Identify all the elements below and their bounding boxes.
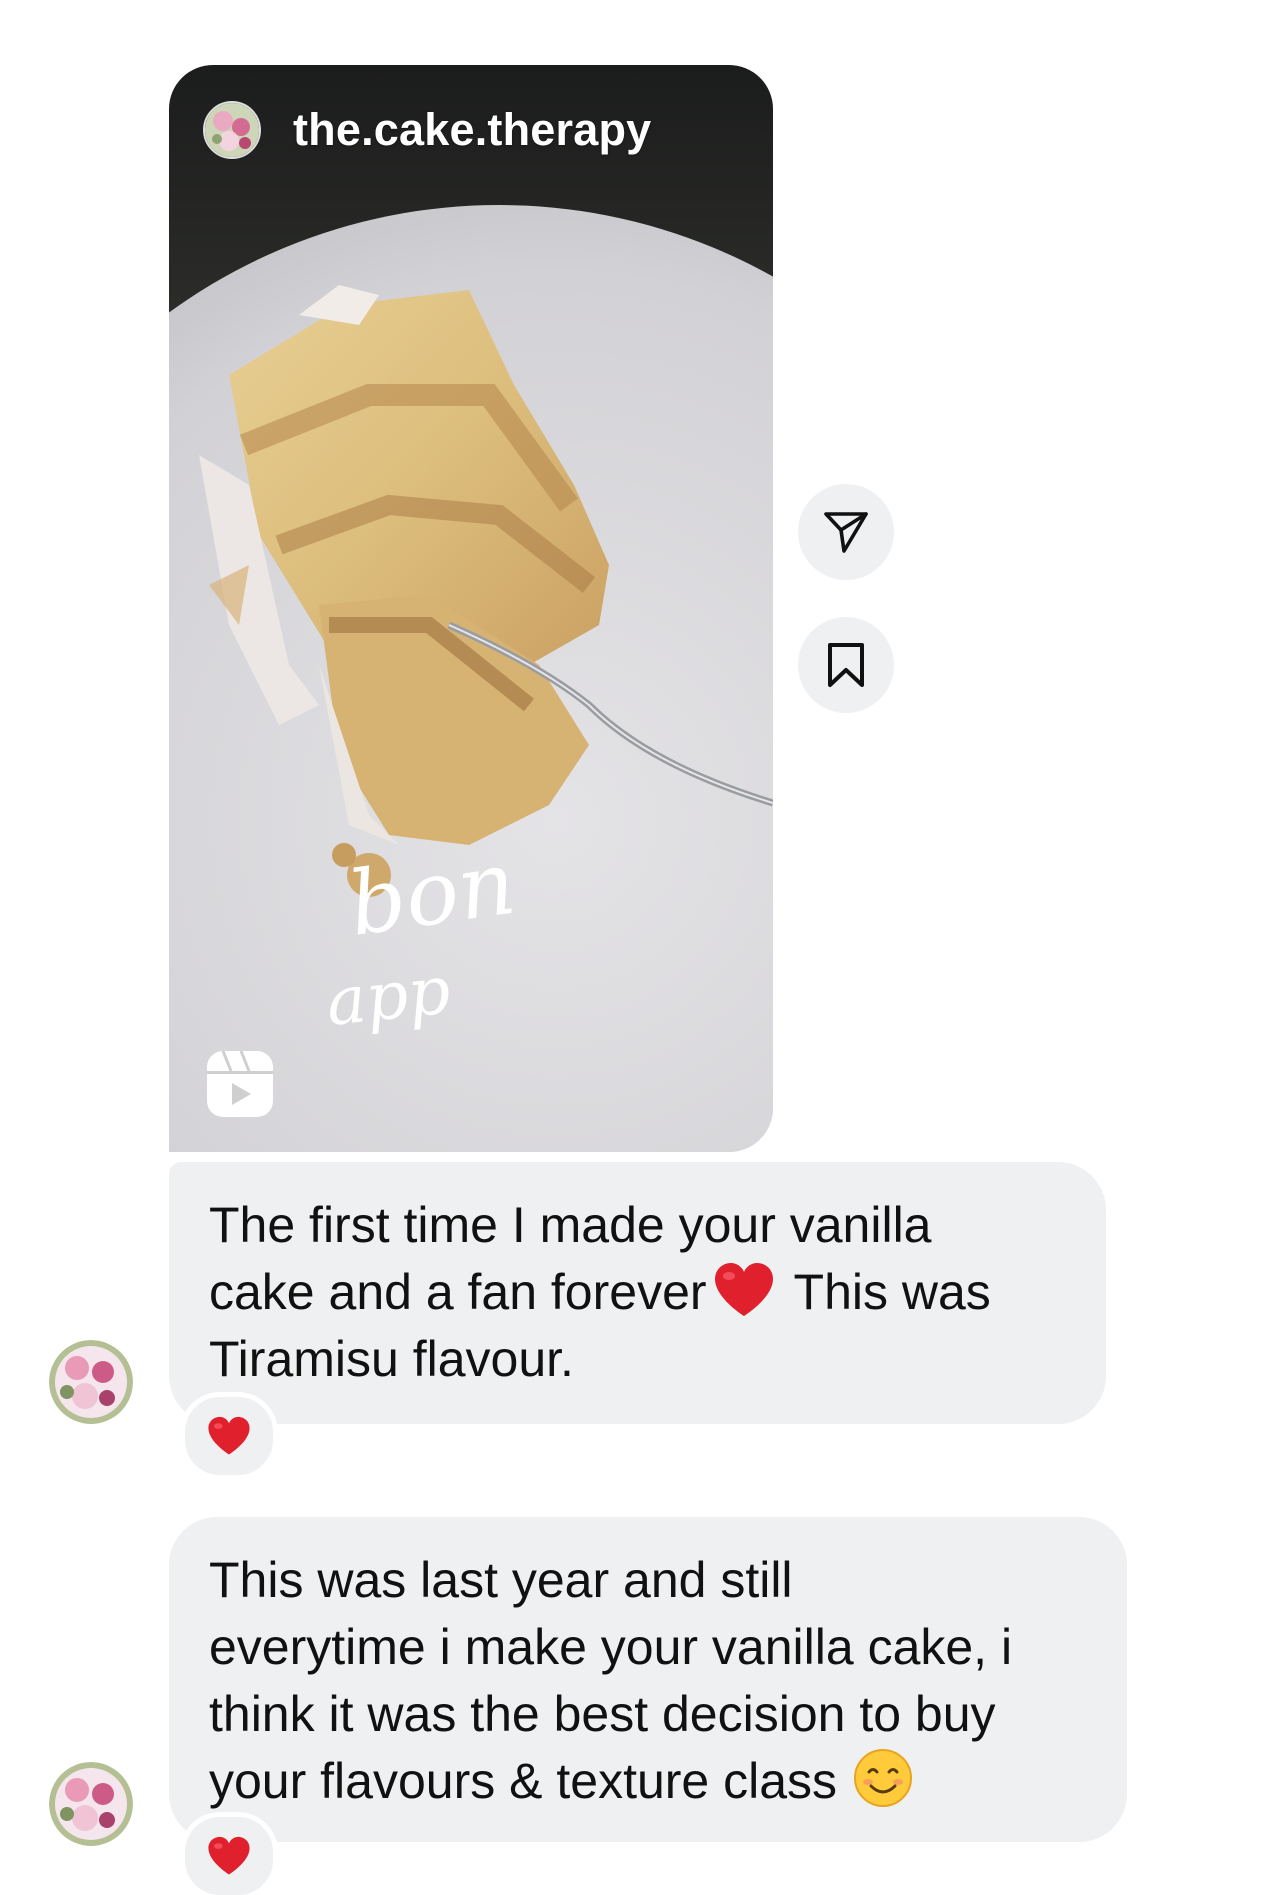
smiling-face-emoji-icon (854, 1749, 913, 1807)
dm-thread: bon app the.cake.therapy The first time … (0, 0, 1284, 1895)
message-reaction[interactable] (180, 1392, 278, 1480)
shared-reel-card[interactable]: bon app the.cake.therapy (169, 65, 773, 1152)
message-bubble[interactable]: The first time I made your vanilla cake … (169, 1162, 1106, 1424)
reel-thumbnail-image: bon app (169, 65, 773, 1152)
red-heart-reaction-icon (208, 1416, 250, 1455)
reel-header[interactable]: the.cake.therapy (203, 101, 651, 159)
message-reaction[interactable] (180, 1812, 278, 1895)
message-bubble[interactable]: This was last year and still everytime i… (169, 1517, 1127, 1842)
message-text: The first time I made your vanilla cake … (209, 1197, 991, 1387)
red-heart-emoji-icon (714, 1263, 773, 1316)
share-button[interactable] (798, 484, 894, 580)
reel-avatar[interactable] (203, 101, 261, 159)
send-icon (824, 512, 868, 553)
svg-text:app: app (323, 951, 454, 1041)
reels-icon (207, 1050, 273, 1117)
sender-avatar[interactable] (49, 1340, 133, 1424)
bookmark-icon (828, 643, 864, 687)
red-heart-reaction-icon (208, 1836, 250, 1875)
sender-avatar[interactable] (49, 1762, 133, 1846)
save-button[interactable] (798, 617, 894, 713)
message-text: This was last year and still everytime i… (209, 1552, 1013, 1809)
reel-username[interactable]: the.cake.therapy (293, 104, 651, 156)
